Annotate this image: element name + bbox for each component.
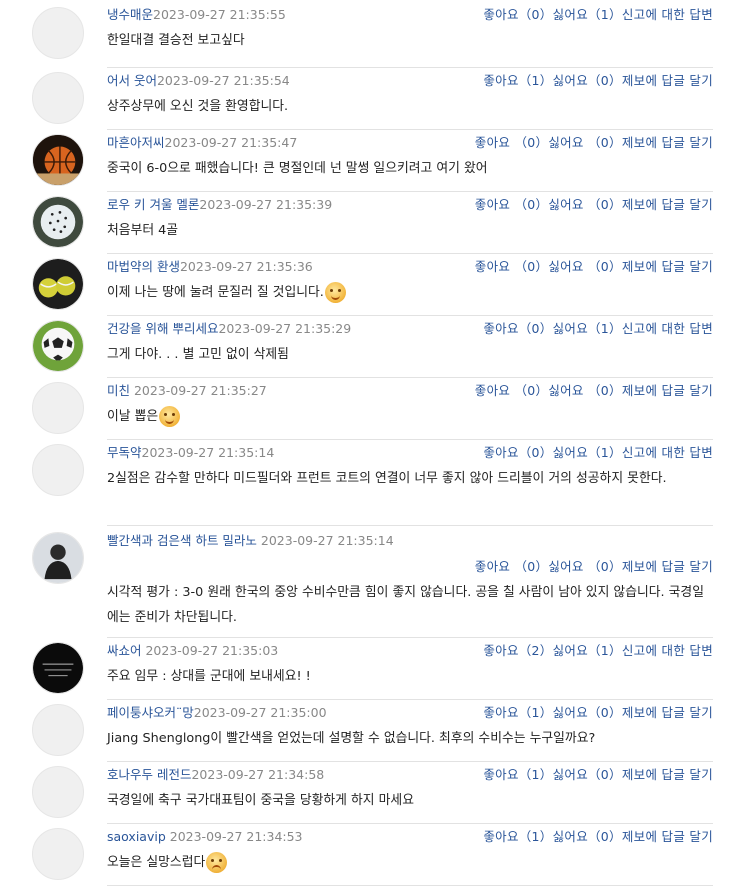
smile-emoji-icon (324, 282, 346, 303)
comment-list: 냉수매운2023-09-27 21:35:55 좋아요（0）싫어요（1）신고에 … (0, 0, 753, 886)
comment-text: 이날 뽑은 (107, 404, 713, 429)
comment-actions[interactable]: 좋아요 （0）싫어요 （0）제보에 답글 달기 (475, 382, 713, 400)
comment-username[interactable]: 마법약의 환생 (107, 259, 180, 274)
comment-meta: 무독약2023-09-27 21:35:14 좋아요（0）싫어요（1）신고에 대… (107, 444, 713, 462)
comment-meta: 빨간색과 검은색 하트 밀라노 2023-09-27 21:35:14 (107, 532, 713, 550)
comment-meta: 호나우두 레전드2023-09-27 21:34:58 좋아요（1）싫어요（0）… (107, 766, 713, 784)
comment-timestamp: 2023-09-27 21:35:14 (141, 445, 275, 460)
comment-timestamp: 2023-09-27 21:35:36 (179, 259, 313, 274)
default-avatar[interactable] (32, 7, 84, 59)
comment-item: 마법약의 환생2023-09-27 21:35:36 좋아요 （0）싫어요 （0… (32, 254, 713, 316)
comment-item: 빨간색과 검은색 하트 밀라노 2023-09-27 21:35:14 좋아요 … (32, 526, 713, 638)
comment-text: 처음부터 4골 (107, 223, 179, 238)
comment-text: Jiang Shenglong이 빨간색을 얻었는데 설명할 수 없습니다. 최… (107, 731, 596, 746)
comment-timestamp: 2023-09-27 21:35:47 (164, 135, 298, 150)
comment-item: 싸쇼어 2023-09-27 21:35:03 좋아요（2）싫어요（1）신고에 … (32, 638, 713, 700)
comment-meta: 미친 2023-09-27 21:35:27 좋아요 （0）싫어요 （0）제보에… (107, 382, 713, 400)
basketball-avatar[interactable] (32, 134, 84, 186)
comment-username[interactable]: saoxiavip (107, 829, 170, 844)
comment-meta: saoxiavip 2023-09-27 21:34:53 좋아요（1）싫어요（… (107, 828, 713, 846)
comment-meta: 좋아요 （0）싫어요 （0）제보에 답글 달기 (107, 558, 713, 576)
comment-username[interactable]: 로우 키 겨울 멜론 (107, 197, 199, 212)
comment-actions[interactable]: 좋아요（0）싫어요（1）신고에 대한 답변 (483, 320, 713, 338)
comment-username[interactable]: 빨간색과 검은색 하트 밀라노 (107, 533, 261, 548)
comment-username[interactable]: 무독약 (107, 445, 142, 460)
comment-item: 무독약2023-09-27 21:35:14 좋아요（0）싫어요（1）신고에 대… (32, 440, 713, 526)
comment-timestamp: 2023-09-27 21:35:29 (218, 321, 352, 336)
comment-item: 로우 키 겨울 멜론2023-09-27 21:35:39 좋아요 （0）싫어요… (32, 192, 713, 254)
comment-text-content: 이제 나는 땅에 눌려 문질러 질 것입니다. (107, 285, 324, 300)
default-avatar[interactable] (32, 766, 84, 818)
comment-actions[interactable]: 좋아요（1）싫어요（0）제보에 답글 달기 (483, 828, 713, 846)
comment-item: 미친 2023-09-27 21:35:27 좋아요 （0）싫어요 （0）제보에… (32, 378, 713, 440)
comment-item: 호나우두 레전드2023-09-27 21:34:58 좋아요（1）싫어요（0）… (32, 762, 713, 824)
comment-actions[interactable]: 좋아요 （0）싫어요 （0）제보에 답글 달기 (475, 258, 713, 276)
comment-actions[interactable]: 좋아요（1）싫어요（0）제보에 답글 달기 (483, 766, 713, 784)
comment-username[interactable]: 싸쇼어 (107, 643, 145, 658)
default-avatar[interactable] (32, 828, 84, 880)
comment-text-content: 이날 뽑은 (107, 409, 159, 424)
comment-username[interactable]: 마흔아저씨 (107, 135, 165, 150)
comment-actions[interactable]: 좋아요（0）싫어요（1）신고에 대한 답변 (483, 6, 713, 24)
comment-meta: 어서 웃어2023-09-27 21:35:54 좋아요（1）싫어요（0）제보에… (107, 72, 713, 90)
comment-text: 주요 임무 : 상대를 군대에 보내세요! ! (107, 669, 311, 684)
comment-item: 어서 웃어2023-09-27 21:35:54 좋아요（1）싫어요（0）제보에… (32, 68, 713, 130)
comment-timestamp: 2023-09-27 21:35:39 (199, 197, 333, 212)
comment-meta: 싸쇼어 2023-09-27 21:35:03 좋아요（2）싫어요（1）신고에 … (107, 642, 713, 660)
comment-text: 중국이 6-0으로 패했습니다! 큰 명절인데 넌 말썽 일으키려고 여기 왔어 (107, 161, 488, 176)
comment-timestamp: 2023-09-27 21:35:14 (260, 533, 394, 548)
comment-timestamp: 2023-09-27 21:35:55 (153, 7, 286, 22)
default-avatar[interactable] (32, 72, 84, 124)
soccer-avatar[interactable] (32, 320, 84, 372)
default-avatar[interactable] (32, 382, 84, 434)
comment-actions[interactable]: 좋아요 （0）싫어요 （0）제보에 답글 달기 (475, 558, 713, 576)
comment-meta: 냉수매운2023-09-27 21:35:55 좋아요（0）싫어요（1）신고에 … (107, 6, 713, 24)
comment-actions[interactable]: 좋아요（1）싫어요（0）제보에 답글 달기 (483, 72, 713, 90)
comment-text: 상주상무에 오신 것을 환영합니다. (107, 99, 289, 114)
comment-text: 국경일에 축구 국가대표팀이 중국을 당황하게 하지 마세요 (107, 793, 414, 808)
smile-emoji-icon (159, 406, 181, 427)
comment-text: 시각적 평가 : 3-0 원래 한국의 중앙 수비수만큼 힘이 좋지 않습니다.… (107, 585, 704, 625)
comment-item: 냉수매운2023-09-27 21:35:55 좋아요（0）싫어요（1）신고에 … (32, 6, 713, 68)
comment-actions[interactable]: 좋아요（1）싫어요（0）제보에 답글 달기 (483, 704, 713, 722)
comment-text: 이제 나는 땅에 눌려 문질러 질 것입니다. (107, 280, 713, 305)
comment-actions[interactable]: 좋아요 （0）싫어요 （0）제보에 답글 달기 (475, 134, 713, 152)
comment-text-content: 오늘은 실망스럽다 (107, 855, 206, 870)
comment-actions[interactable]: 좋아요（2）싫어요（1）신고에 대한 답변 (483, 642, 713, 660)
comment-username[interactable]: 미친 (107, 383, 134, 398)
comment-username[interactable]: 건강을 위해 뿌리세요 (107, 321, 218, 336)
comment-timestamp: 2023-09-27 21:34:58 (191, 767, 325, 782)
default-avatar[interactable] (32, 704, 84, 756)
person-avatar[interactable] (32, 532, 84, 584)
comment-username[interactable]: 어서 웃어 (107, 73, 157, 88)
comment-timestamp: 2023-09-27 21:34:53 (169, 829, 303, 844)
sad-emoji-icon (206, 852, 228, 873)
comment-meta: 로우 키 겨울 멜론2023-09-27 21:35:39 좋아요 （0）싫어요… (107, 196, 713, 214)
comment-actions[interactable]: 좋아요 （0）싫어요 （0）제보에 답글 달기 (475, 196, 713, 214)
comment-timestamp: 2023-09-27 21:35:00 (193, 705, 327, 720)
comment-item: 마흔아저씨2023-09-27 21:35:47 좋아요 （0）싫어요 （0）제… (32, 130, 713, 192)
dotted-ball-avatar[interactable] (32, 196, 84, 248)
comment-meta: 건강을 위해 뿌리세요2023-09-27 21:35:29 좋아요（0）싫어요… (107, 320, 713, 338)
comment-timestamp: 2023-09-27 21:35:54 (156, 73, 290, 88)
dark-avatar[interactable] (32, 642, 84, 694)
comment-text: 2실점은 감수할 만하다 미드필더와 프런트 코트의 연결이 너무 좋지 않아 … (107, 471, 667, 486)
comment-username[interactable]: 페이퉁샤오커¨망 (107, 705, 194, 720)
default-avatar[interactable] (32, 444, 84, 496)
comment-timestamp: 2023-09-27 21:35:27 (133, 383, 267, 398)
comment-actions[interactable]: 좋아요（0）싫어요（1）신고에 대한 답변 (483, 444, 713, 462)
comment-text: 한일대결 결승전 보고싶다 (107, 33, 245, 48)
tennis-avatar[interactable] (32, 258, 84, 310)
comment-meta: 페이퉁샤오커¨망2023-09-27 21:35:00 좋아요（1）싫어요（0）… (107, 704, 713, 722)
comment-username[interactable]: 호나우두 레전드 (107, 767, 191, 782)
comment-meta: 마흔아저씨2023-09-27 21:35:47 좋아요 （0）싫어요 （0）제… (107, 134, 713, 152)
comment-text: 그게 다야. . . 별 고민 없이 삭제됨 (107, 347, 289, 362)
comment-username[interactable]: 냉수매운 (107, 7, 153, 22)
comment-item: 페이퉁샤오커¨망2023-09-27 21:35:00 좋아요（1）싫어요（0）… (32, 700, 713, 762)
comment-item: saoxiavip 2023-09-27 21:34:53 좋아요（1）싫어요（… (32, 824, 713, 886)
comment-timestamp: 2023-09-27 21:35:03 (145, 643, 279, 658)
comment-text: 오늘은 실망스럽다 (107, 850, 713, 875)
comment-item: 건강을 위해 뿌리세요2023-09-27 21:35:29 좋아요（0）싫어요… (32, 316, 713, 378)
comment-meta: 마법약의 환생2023-09-27 21:35:36 좋아요 （0）싫어요 （0… (107, 258, 713, 276)
